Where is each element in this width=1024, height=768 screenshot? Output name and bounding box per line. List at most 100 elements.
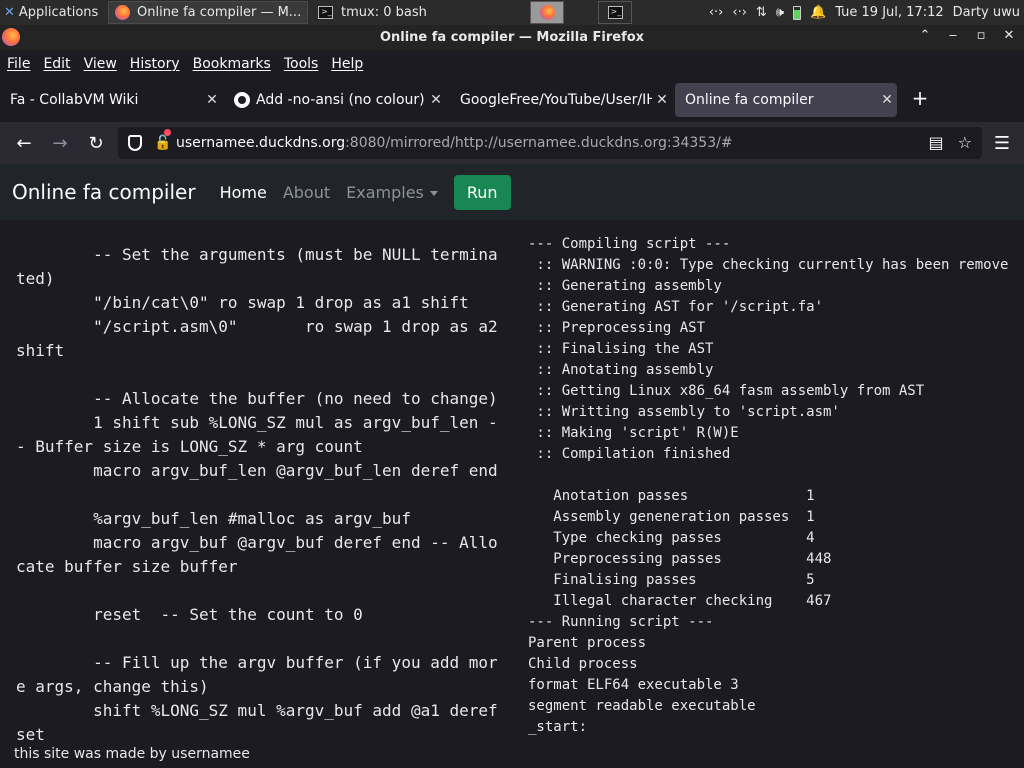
workspace-1-button[interactable] <box>530 1 564 24</box>
output-line: :: Finalising the AST <box>528 341 714 357</box>
tab-label: Fa - CollabVM Wiki <box>10 92 139 108</box>
battery-icon[interactable] <box>793 5 802 20</box>
close-window-button[interactable]: ✕ <box>1000 28 1018 43</box>
output-line: :: WARNING :0:0: Type checking currently… <box>528 257 1009 273</box>
transfer-arrows-icon[interactable]: ⇅ <box>756 5 767 20</box>
close-tab-icon[interactable]: ✕ <box>652 92 672 108</box>
menu-file[interactable]: File <box>7 56 30 72</box>
output-line: :: Getting Linux x86_64 fasm assembly fr… <box>528 383 925 399</box>
clock[interactable]: Tue 19 Jul, 17:12 <box>835 5 943 20</box>
output-line: _start: <box>528 719 588 735</box>
output-line: Type checking passes 4 <box>528 530 815 546</box>
network-icon[interactable]: ‹·› <box>709 5 724 20</box>
reload-button[interactable]: ↻ <box>78 133 114 154</box>
dropdown-caret-icon <box>429 190 438 196</box>
xfce-logo-icon: ✕ <box>4 5 15 20</box>
output-line: Illegal character checking 467 <box>528 593 832 609</box>
code-line[interactable]: -- Fill up the argv buffer (if you add m… <box>16 651 506 699</box>
taskbar-item-label: tmux: 0 bash <box>341 5 427 20</box>
window-title: Online fa compiler — Mozilla Firefox <box>379 30 645 45</box>
menu-help[interactable]: Help <box>331 56 363 72</box>
reader-view-icon[interactable]: ▤ <box>929 133 944 152</box>
nav-examples[interactable]: Examples <box>346 183 438 202</box>
code-line[interactable] <box>16 579 506 603</box>
compiler-output: --- Compiling script --- :: WARNING :0:0… <box>528 234 1024 738</box>
applications-label: Applications <box>18 5 99 20</box>
terminal-icon: >_ <box>607 6 623 19</box>
taskbar-item-firefox[interactable]: Online fa compiler — M... <box>108 1 308 24</box>
forward-button[interactable]: → <box>42 133 78 154</box>
app-navbar: Online fa compiler Home About Examples R… <box>0 164 1024 220</box>
tab-online-fa-compiler[interactable]: Online fa compiler ✕ <box>675 83 897 117</box>
output-line: :: Writting assembly to 'script.asm' <box>528 404 840 420</box>
code-line[interactable]: reset -- Set the count to 0 <box>16 603 506 627</box>
output-line: --- Compiling script --- <box>528 236 731 252</box>
menu-edit[interactable]: Edit <box>43 56 70 72</box>
workspace-2-button[interactable]: >_ <box>598 1 632 24</box>
nav-examples-label: Examples <box>346 182 424 202</box>
output-line: :: Anotating assembly <box>528 362 714 378</box>
output-line: :: Preprocessing AST <box>528 320 706 336</box>
hamburger-menu-icon[interactable]: ☰ <box>994 133 1010 154</box>
navigation-toolbar: ← → ↻ 🔓 usernamee.duckdns.org:8080/mirro… <box>0 122 1024 164</box>
tab-googlefree[interactable]: GoogleFree/YouTube/User/IH ✕ <box>450 83 672 117</box>
output-line: Finalising passes 5 <box>528 572 815 588</box>
code-line[interactable]: "/bin/cat\0" ro swap 1 drop as a1 shift <box>16 291 506 315</box>
insecure-lock-icon[interactable]: 🔓 <box>154 129 171 151</box>
url-bar[interactable]: 🔓 usernamee.duckdns.org:8080/mirrored/ht… <box>118 127 982 159</box>
tab-label: GoogleFree/YouTube/User/IH <box>460 92 652 108</box>
maximize-button[interactable]: ▫ <box>972 28 990 43</box>
back-button[interactable]: ← <box>6 133 42 154</box>
taskbar-item-terminal[interactable]: >_ tmux: 0 bash <box>312 1 512 24</box>
code-line[interactable]: %argv_buf_len #malloc as argv_buf <box>16 507 506 531</box>
tab-label: Add -no-ansi (no colour) o <box>256 92 426 108</box>
window-titlebar[interactable]: Online fa compiler — Mozilla Firefox ⌃ ‒… <box>0 25 1024 50</box>
code-line[interactable]: shift %LONG_SZ mul %argv_buf add @a1 der… <box>16 699 506 747</box>
output-line: Assembly geneneration passes 1 <box>528 509 815 525</box>
output-line: format ELF64 executable 3 <box>528 677 739 693</box>
tab-collabvm-wiki[interactable]: Fa - CollabVM Wiki ✕ <box>0 83 222 117</box>
window-up-icon[interactable]: ⌃ <box>916 28 934 43</box>
network-icon[interactable]: ‹·› <box>732 5 747 20</box>
tab-label: Online fa compiler <box>685 92 814 108</box>
site-footer: this site was made by usernamee <box>14 746 250 762</box>
url-path: :8080/mirrored/http://usernamee.duckdns.… <box>345 135 733 151</box>
code-line[interactable] <box>16 483 506 507</box>
run-button[interactable]: Run <box>453 174 511 210</box>
close-tab-icon[interactable]: ✕ <box>426 92 446 108</box>
close-tab-icon[interactable]: ✕ <box>877 92 897 108</box>
tab-github[interactable]: Add -no-ansi (no colour) o ✕ <box>224 83 446 117</box>
tracking-protection-shield-icon[interactable] <box>128 135 142 151</box>
volume-icon[interactable]: 🕪 <box>776 5 784 20</box>
app-brand[interactable]: Online fa compiler <box>12 180 196 204</box>
system-tray: ‹·› ‹·› ⇅ 🕪 🔔 Tue 19 Jul, 17:12 Darty uw… <box>709 5 1024 20</box>
close-tab-icon[interactable]: ✕ <box>202 92 222 108</box>
code-line[interactable]: 1 shift sub %LONG_SZ mul as argv_buf_len… <box>16 411 506 459</box>
user-name[interactable]: Darty uwu <box>953 5 1020 20</box>
code-line[interactable] <box>16 363 506 387</box>
output-line: Parent process <box>528 635 647 651</box>
nav-about[interactable]: About <box>283 183 330 202</box>
code-line[interactable]: macro argv_buf @argv_buf deref end -- Al… <box>16 531 506 579</box>
bookmark-star-icon[interactable]: ☆ <box>958 133 972 152</box>
menu-bookmarks[interactable]: Bookmarks <box>193 56 271 72</box>
menu-view[interactable]: View <box>84 56 117 72</box>
bell-icon[interactable]: 🔔 <box>810 5 826 20</box>
code-line[interactable]: -- Set the arguments (must be NULL termi… <box>16 243 506 291</box>
tab-strip: Fa - CollabVM Wiki ✕ Add -no-ansi (no co… <box>0 78 1024 122</box>
nav-home[interactable]: Home <box>220 183 267 202</box>
menu-tools[interactable]: Tools <box>284 56 319 72</box>
menu-history[interactable]: History <box>130 56 180 72</box>
output-line: :: Compilation finished <box>528 446 731 462</box>
code-line[interactable]: "/script.asm\0" ro swap 1 drop as a2 shi… <box>16 315 506 363</box>
minimize-button[interactable]: ‒ <box>944 28 962 43</box>
browser-menubar: File Edit View History Bookmarks Tools H… <box>0 50 1024 78</box>
code-line[interactable]: macro argv_buf_len @argv_buf_len deref e… <box>16 459 506 483</box>
output-line: :: Generating AST for '/script.fa' <box>528 299 824 315</box>
code-line[interactable] <box>16 627 506 651</box>
code-line[interactable]: -- Allocate the buffer (no need to chang… <box>16 387 506 411</box>
applications-menu[interactable]: ✕ Applications <box>0 0 108 25</box>
new-tab-button[interactable]: + <box>908 86 932 110</box>
code-editor[interactable]: -- Set the arguments (must be NULL termi… <box>16 243 506 747</box>
